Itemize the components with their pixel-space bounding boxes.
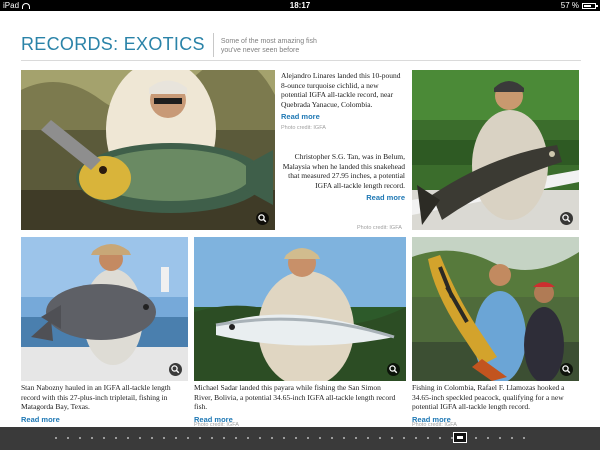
page-dot[interactable] — [91, 437, 93, 439]
magnifier-icon[interactable] — [387, 363, 400, 376]
magnifier-icon[interactable] — [256, 212, 269, 225]
page-dot[interactable] — [439, 437, 441, 439]
page-dot[interactable] — [355, 437, 357, 439]
header-divider — [212, 33, 214, 57]
caption-payara: Michael Sadar landed this payara while f… — [194, 383, 399, 424]
page-dot[interactable] — [151, 437, 153, 439]
page-dot[interactable] — [283, 437, 285, 439]
caption-turquoise-cichlid: Alejandro Linares landed this 10-pound 8… — [281, 71, 405, 122]
page-dot[interactable] — [271, 437, 273, 439]
page-dot[interactable] — [295, 437, 297, 439]
page-dot[interactable] — [103, 437, 105, 439]
battery-icon — [582, 2, 598, 9]
photo-credit: Photo credit: IGFA — [357, 225, 402, 231]
page-dot[interactable] — [379, 437, 381, 439]
page-dot[interactable] — [523, 437, 525, 439]
caption-snakehead: Christopher S.G. Tan, was in Belum, Mala… — [280, 152, 405, 203]
page-dot[interactable] — [115, 437, 117, 439]
page-scrubber[interactable] — [0, 427, 600, 450]
page-dot[interactable] — [187, 437, 189, 439]
page-dot[interactable] — [127, 437, 129, 439]
page-dot[interactable] — [55, 437, 57, 439]
section-subtitle: Some of the most amazing fish you've nev… — [220, 38, 317, 54]
photo-credit: Photo credit: IGFA — [281, 125, 326, 131]
battery-percent: 57 % — [560, 1, 579, 10]
page-dot[interactable] — [211, 437, 213, 439]
page-dot[interactable] — [163, 437, 165, 439]
read-more-link[interactable]: Read more — [281, 112, 405, 122]
page-dot[interactable] — [199, 437, 201, 439]
page-dot[interactable] — [499, 437, 501, 439]
current-page-thumb[interactable] — [453, 432, 467, 443]
page-dot[interactable] — [511, 437, 513, 439]
page-dot[interactable] — [427, 437, 429, 439]
page-dot[interactable] — [415, 437, 417, 439]
page-dot[interactable] — [67, 437, 69, 439]
magnifier-icon[interactable] — [169, 363, 182, 376]
magnifier-icon[interactable] — [560, 212, 573, 225]
page-dot[interactable] — [475, 437, 477, 439]
section-title: RECORDS: EXOTICS — [21, 34, 205, 54]
read-more-link[interactable]: Read more — [21, 415, 189, 425]
page-dot[interactable] — [139, 437, 141, 439]
caption-speckled-peacock: Fishing in Colombia, Rafael F. Llamozas … — [412, 383, 580, 424]
page-dot[interactable] — [307, 437, 309, 439]
page-dot[interactable] — [331, 437, 333, 439]
header-rule — [21, 60, 581, 61]
page-dot[interactable] — [223, 437, 225, 439]
page-dot[interactable] — [79, 437, 81, 439]
page-dot[interactable] — [487, 437, 489, 439]
read-more-link[interactable]: Read more — [280, 193, 405, 203]
page-dot[interactable] — [403, 437, 405, 439]
photo-payara[interactable] — [194, 237, 406, 381]
photo-snakehead[interactable] — [412, 70, 579, 230]
status-bar: iPad 18:17 57 % — [0, 0, 600, 11]
page-dot[interactable] — [259, 437, 261, 439]
page-dot[interactable] — [343, 437, 345, 439]
section-header: RECORDS: EXOTICS Some of the most amazin… — [21, 33, 341, 57]
page-dot[interactable] — [247, 437, 249, 439]
magnifier-icon[interactable] — [560, 363, 573, 376]
magazine-page: RECORDS: EXOTICS Some of the most amazin… — [0, 11, 600, 428]
photo-turquoise-cichlid[interactable] — [21, 70, 275, 230]
photo-speckled-peacock[interactable] — [412, 237, 579, 381]
page-dot[interactable] — [175, 437, 177, 439]
clock: 18:17 — [289, 1, 311, 10]
page-dot[interactable] — [367, 437, 369, 439]
page-dot[interactable] — [319, 437, 321, 439]
caption-tripletail: Stan Nabozny hauled in an IGFA all-tackl… — [21, 383, 189, 424]
photo-tripletail[interactable] — [21, 237, 188, 381]
page-dot[interactable] — [391, 437, 393, 439]
page-dot[interactable] — [235, 437, 237, 439]
